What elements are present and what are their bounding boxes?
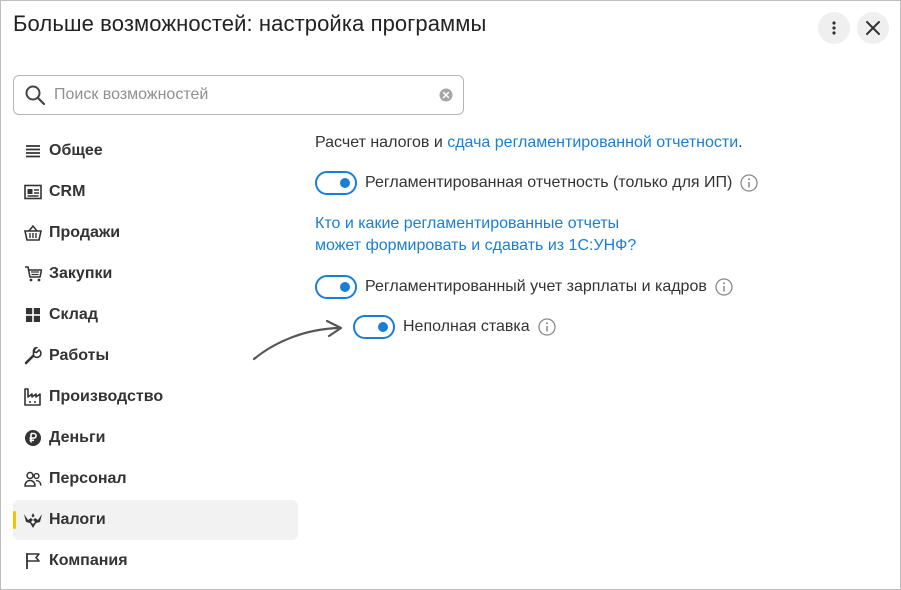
intro-period: . (738, 134, 743, 151)
ruble-coin-icon (23, 428, 43, 448)
contact-card-icon (23, 182, 43, 202)
search-box (13, 75, 464, 115)
sidebar-item-general[interactable]: Общее (13, 131, 298, 171)
sidebar-item-label: Компания (49, 552, 128, 569)
people-icon (23, 469, 43, 489)
sidebar-item-label: CRM (49, 183, 86, 200)
more-vertical-icon (832, 21, 836, 35)
sidebar-item-personnel[interactable]: Персонал (13, 459, 298, 499)
sidebar-item-purchases[interactable]: Закупки (13, 254, 298, 294)
part-time-rate-toggle[interactable] (353, 315, 395, 339)
sidebar-item-label: Склад (49, 306, 98, 323)
search-input[interactable] (54, 82, 434, 108)
option-label: Неполная ставка (403, 318, 530, 335)
sidebar-item-label: Налоги (49, 511, 106, 528)
sidebar-item-sales[interactable]: Продажи (13, 213, 298, 253)
info-icon[interactable] (740, 174, 759, 192)
factory-icon (23, 387, 43, 407)
eagle-emblem-icon (23, 510, 43, 530)
toggle-knob (340, 282, 350, 292)
cart-icon (23, 264, 43, 284)
sidebar-item-crm[interactable]: CRM (13, 172, 298, 212)
help-link-which-reports[interactable]: Кто и какие регламентированные отчеты мо… (315, 213, 636, 257)
option-part-time-rate: Неполная ставка (353, 315, 556, 339)
close-button[interactable] (857, 12, 889, 44)
sidebar-item-company[interactable]: Компания (13, 541, 298, 581)
info-icon[interactable] (537, 318, 556, 336)
regulated-reporting-toggle[interactable] (315, 171, 357, 195)
sidebar-item-label: Закупки (49, 265, 113, 282)
close-icon (866, 21, 880, 35)
sidebar-item-label: Общее (49, 142, 103, 159)
more-options-button[interactable] (818, 12, 850, 44)
pointer-arrow-icon (252, 319, 343, 361)
wrench-icon (23, 346, 43, 366)
sidebar-item-production[interactable]: Производство (13, 377, 298, 417)
warehouse-grid-icon (23, 305, 43, 325)
sidebar-item-money[interactable]: Деньги (13, 418, 298, 458)
help-link-line2: может формировать и сдавать из 1С:УНФ? (315, 237, 637, 254)
option-payroll-accounting: Регламентированный учет зарплаты и кадро… (315, 275, 733, 299)
sidebar-item-label: Работы (49, 347, 110, 364)
reporting-link[interactable]: сдача регламентированной отчетности (447, 134, 738, 151)
window-title: Больше возможностей: настройка программы (13, 11, 487, 36)
shopping-basket-icon (23, 223, 43, 243)
payroll-accounting-toggle[interactable] (315, 275, 357, 299)
help-link-line1: Кто и какие регламентированные отчеты (315, 215, 620, 232)
flag-icon (23, 551, 43, 571)
section-intro: Расчет налогов и сдача регламентированно… (315, 134, 743, 152)
toggle-knob (340, 178, 350, 188)
sidebar-item-label: Продажи (49, 224, 121, 241)
clear-search-icon[interactable] (439, 88, 453, 102)
option-regulated-reporting: Регламентированная отчетность (только дл… (315, 171, 759, 195)
settings-window: Больше возможностей: настройка программы (0, 0, 901, 590)
sidebar-item-label: Производство (49, 388, 164, 405)
option-label: Регламентированная отчетность (только дл… (365, 174, 733, 191)
sidebar-item-label: Персонал (49, 470, 127, 487)
toggle-knob (378, 322, 388, 332)
sidebar-item-taxes[interactable]: Налоги (13, 500, 298, 540)
search-icon (25, 85, 46, 106)
option-label: Регламентированный учет зарплаты и кадро… (365, 278, 707, 295)
list-icon (23, 141, 43, 161)
info-icon[interactable] (715, 278, 733, 296)
sidebar-item-label: Деньги (49, 429, 106, 446)
intro-text: Расчет налогов и (315, 134, 448, 151)
